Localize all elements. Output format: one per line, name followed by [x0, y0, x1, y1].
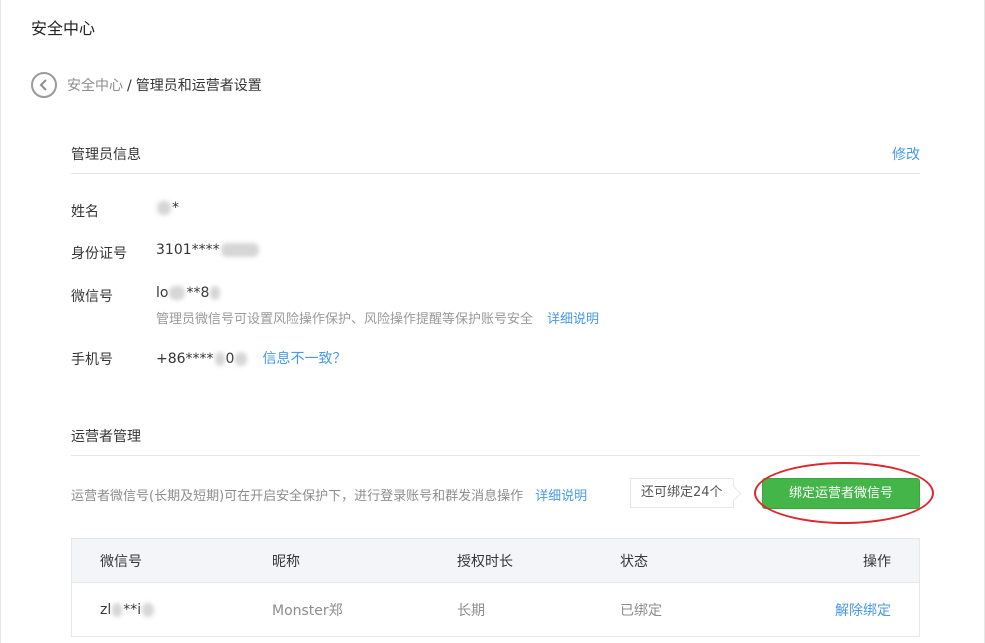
info-mismatch-link[interactable]: 信息不一致？ [262, 351, 346, 367]
table-row: zl **i Monster郑 长期 已绑定 解除绑定 [72, 583, 919, 636]
admin-edit-link[interactable]: 修改 [892, 144, 920, 164]
id-value-text: 3101**** [156, 242, 220, 258]
operators-description-text: 运营者微信号(长期及短期)可在开启安全保护下，进行登录账号和群发消息操作 [71, 489, 524, 504]
column-header-duration: 授权时长 [457, 553, 513, 570]
wechat-value-prefix: lo [156, 285, 169, 301]
bind-operator-button[interactable]: 绑定运营者微信号 [762, 478, 920, 509]
row-wechat-blur [112, 602, 123, 617]
name-label: 姓名 [71, 204, 99, 220]
row-nickname: Monster郑 [272, 602, 343, 619]
operators-section-header: 运营者管理 [71, 418, 920, 456]
row-wechat-blur-2 [142, 602, 155, 617]
operators-description: 运营者微信号(长期及短期)可在开启安全保护下，进行登录账号和群发消息操作 详细说明 [71, 485, 587, 504]
table-header: 微信号 昵称 授权时长 状态 操作 [72, 539, 919, 583]
operators-section-title: 运营者管理 [71, 429, 141, 445]
admin-section-header: 管理员信息 修改 [71, 136, 920, 174]
wechat-hint-detail-link[interactable]: 详细说明 [547, 312, 599, 327]
column-header-action: 操作 [863, 553, 891, 570]
name-value-text: * [172, 200, 179, 216]
column-header-wechat: 微信号 [100, 553, 142, 570]
breadcrumb: 安全中心 / 管理员和运营者设置 [67, 75, 262, 95]
bind-quota-tip: 还可绑定24个 [630, 478, 734, 508]
breadcrumb-parent-link[interactable]: 安全中心 [67, 78, 123, 94]
row-wechat-prefix: zl [100, 601, 112, 618]
column-header-status: 状态 [620, 553, 648, 570]
breadcrumb-current: 管理员和运营者设置 [135, 78, 262, 94]
id-label: 身份证号 [71, 246, 127, 262]
name-blur [157, 201, 171, 215]
id-blur [220, 243, 259, 257]
row-duration: 长期 [457, 602, 485, 619]
name-value: * [156, 200, 179, 216]
wechat-hint-text: 管理员微信号可设置风险操作保护、风险操作提醒等保护账号安全 [156, 312, 534, 327]
row-wechat-mid: **i [123, 601, 142, 618]
id-value: 3101**** [156, 242, 260, 258]
operators-table: 微信号 昵称 授权时长 状态 操作 zl **i Monster郑 长期 已绑定 … [71, 538, 920, 637]
wechat-value-suffix: **8 [186, 285, 210, 301]
row-status: 已绑定 [620, 602, 662, 619]
page-title: 安全中心 [31, 19, 96, 38]
chevron-left-icon [39, 79, 47, 91]
breadcrumb-separator: / [127, 78, 132, 94]
phone-label: 手机号 [71, 352, 113, 368]
phone-value-text: +86**** [156, 351, 214, 367]
unbind-link[interactable]: 解除绑定 [835, 600, 891, 620]
wechat-label: 微信号 [71, 289, 113, 305]
phone-blur-2 [235, 352, 248, 366]
wechat-hint: 管理员微信号可设置风险操作保护、风险操作提醒等保护账号安全 详细说明 [156, 308, 599, 327]
wechat-blur-2 [210, 286, 221, 300]
admin-section-title: 管理员信息 [71, 147, 141, 163]
column-header-nickname: 昵称 [272, 553, 300, 570]
wechat-value: lo **8 [156, 285, 221, 301]
operators-detail-link[interactable]: 详细说明 [535, 489, 587, 504]
back-button[interactable] [31, 72, 57, 98]
phone-value-suffix: 0 [225, 351, 235, 367]
phone-value: +86**** 0 信息不一致？ [156, 348, 346, 368]
wechat-blur [169, 286, 186, 300]
phone-blur [214, 352, 225, 366]
row-wechat: zl **i [100, 602, 155, 618]
